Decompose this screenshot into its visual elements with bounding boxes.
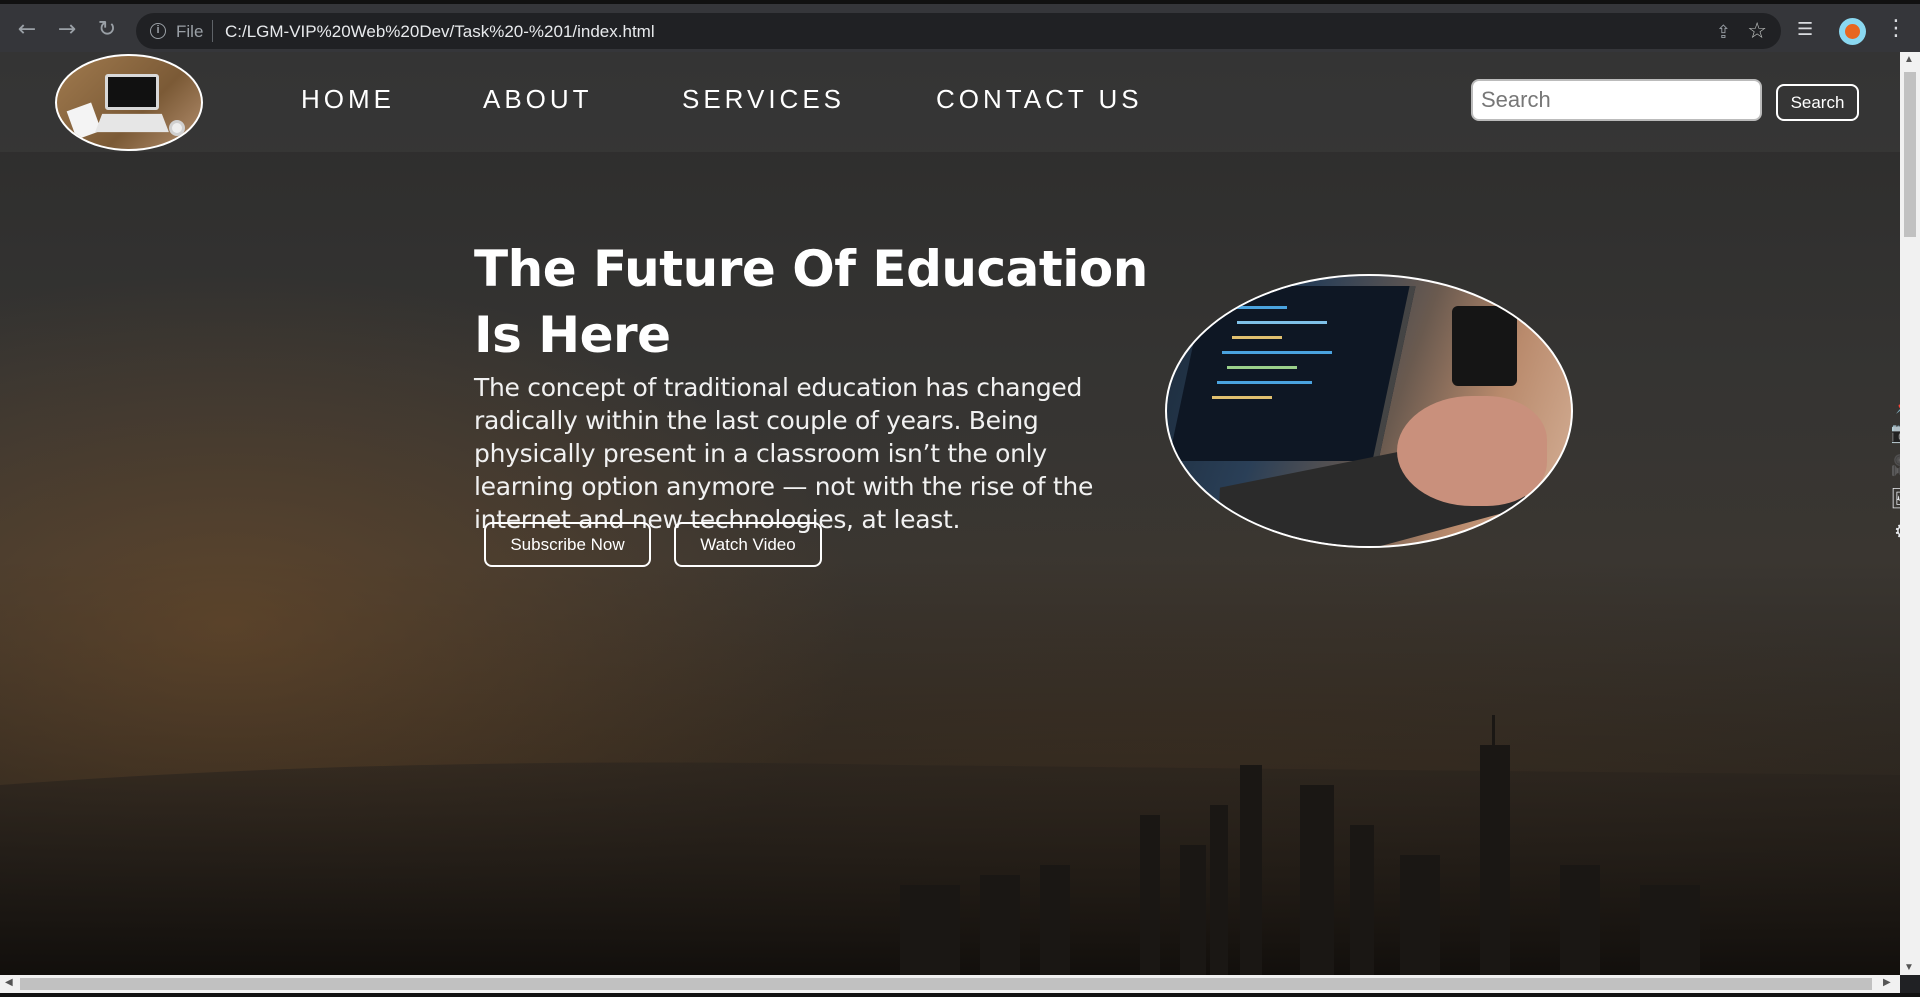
image-code-line bbox=[1227, 366, 1297, 369]
vertical-scrollbar[interactable]: ▲ ▼ bbox=[1900, 52, 1920, 975]
scroll-left-icon[interactable]: ◀ bbox=[5, 977, 13, 988]
image-hand bbox=[1397, 396, 1547, 506]
site-logo[interactable] bbox=[55, 54, 203, 151]
image-code-line bbox=[1237, 321, 1327, 324]
horizontal-scroll-thumb[interactable] bbox=[20, 978, 1872, 990]
hero-description: The concept of traditional education has… bbox=[474, 373, 1094, 534]
window-bottom-edge bbox=[0, 993, 1920, 997]
forward-icon[interactable]: → bbox=[54, 18, 80, 44]
watch-video-button[interactable]: Watch Video bbox=[674, 522, 822, 567]
star-icon[interactable]: ☆ bbox=[1747, 19, 1767, 44]
avatar-ball-icon bbox=[1845, 24, 1860, 39]
nav-services[interactable]: SERVICES bbox=[682, 84, 845, 115]
scroll-down-icon[interactable]: ▼ bbox=[1904, 962, 1914, 973]
url-scheme: File bbox=[176, 22, 204, 41]
url-text[interactable]: C:/LGM-VIP%20Web%20Dev/Task%20-%201/inde… bbox=[225, 22, 655, 42]
browser-toolbar: ← → ↻ i File C:/LGM-VIP%20Web%20Dev/Task… bbox=[0, 0, 1920, 52]
profile-avatar[interactable] bbox=[1839, 18, 1866, 45]
site-header: HOME ABOUT SERVICES CONTACT US Search bbox=[0, 52, 1900, 152]
image-mug bbox=[1452, 306, 1517, 386]
image-code-line bbox=[1212, 396, 1272, 399]
logo-notebook-graphic bbox=[66, 102, 102, 140]
page-viewport: HOME ABOUT SERVICES CONTACT US Search Th… bbox=[0, 52, 1900, 975]
city-skyline-background bbox=[0, 715, 1900, 975]
search-button[interactable]: Search bbox=[1776, 84, 1859, 121]
address-separator bbox=[212, 20, 213, 42]
horizontal-scrollbar[interactable]: ◀ ▶ bbox=[0, 975, 1900, 993]
menu-icon[interactable]: ⋮ bbox=[1885, 16, 1907, 41]
image-code-line bbox=[1217, 381, 1312, 384]
back-icon[interactable]: ← bbox=[14, 18, 40, 44]
nav-home[interactable]: HOME bbox=[301, 84, 395, 115]
image-code-line bbox=[1222, 351, 1332, 354]
hero-title: The Future Of Education Is Here bbox=[474, 240, 1148, 364]
nav-contact-us[interactable]: CONTACT US bbox=[936, 84, 1143, 115]
reload-icon[interactable]: ↻ bbox=[94, 18, 120, 44]
address-bar[interactable]: i File C:/LGM-VIP%20Web%20Dev/Task%20-%2… bbox=[136, 13, 1781, 49]
scroll-right-icon[interactable]: ▶ bbox=[1883, 977, 1891, 988]
info-icon[interactable]: i bbox=[150, 23, 166, 39]
image-laptop-screen bbox=[1168, 286, 1416, 461]
logo-laptop-graphic bbox=[105, 74, 159, 110]
image-code-line bbox=[1232, 336, 1282, 339]
search-input[interactable] bbox=[1471, 79, 1762, 121]
logo-laptop-base-graphic bbox=[95, 113, 169, 133]
hero-laptop-image bbox=[1165, 274, 1573, 548]
logo-cup-graphic bbox=[169, 120, 185, 136]
tab-search-icon[interactable]: ☰ bbox=[1797, 19, 1813, 40]
subscribe-now-button[interactable]: Subscribe Now bbox=[484, 522, 651, 567]
nav-about[interactable]: ABOUT bbox=[483, 84, 593, 115]
vertical-scroll-thumb[interactable] bbox=[1904, 72, 1916, 237]
image-code-line bbox=[1227, 306, 1287, 309]
share-icon[interactable]: ⇪ bbox=[1716, 22, 1731, 43]
scroll-up-icon[interactable]: ▲ bbox=[1904, 54, 1914, 65]
